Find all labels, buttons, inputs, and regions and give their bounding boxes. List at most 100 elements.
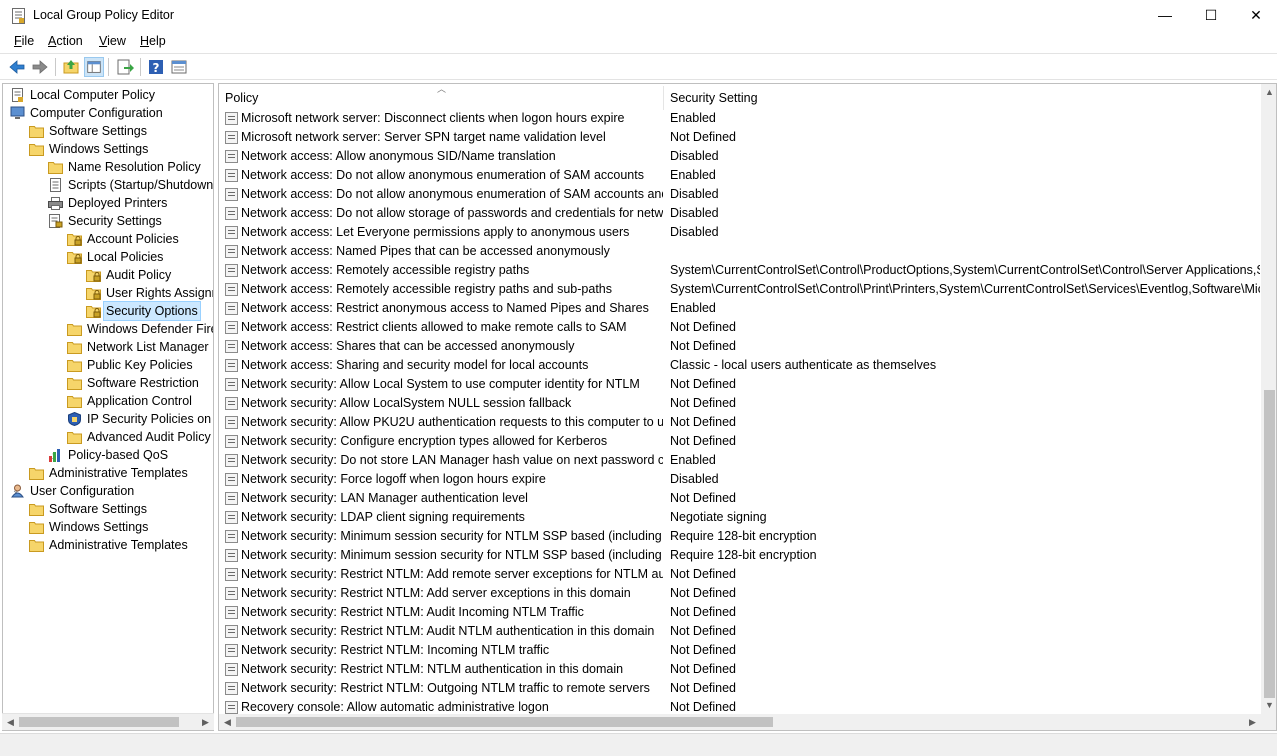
policy-row[interactable]: Network security: Configure encryption t… bbox=[219, 432, 1261, 451]
tree-item[interactable]: ›Software Restriction bbox=[3, 374, 213, 392]
policy-row[interactable]: Network security: Do not store LAN Manag… bbox=[219, 451, 1261, 470]
policy-security-setting: Not Defined bbox=[670, 662, 737, 676]
column-policy[interactable]: Policy bbox=[219, 84, 663, 112]
tree-item[interactable]: ›Policy-based QoS bbox=[3, 446, 213, 464]
policy-row[interactable]: Network security: Allow PKU2U authentica… bbox=[219, 413, 1261, 432]
show-hide-tree-icon[interactable] bbox=[84, 57, 104, 77]
policy-row[interactable]: Network access: Named Pipes that can be … bbox=[219, 242, 1261, 261]
policy-row[interactable]: Network access: Sharing and security mod… bbox=[219, 356, 1261, 375]
tree-item[interactable]: ⌄Windows Settings bbox=[3, 140, 213, 158]
policy-security-setting: Not Defined bbox=[670, 567, 737, 581]
scroll-up-icon[interactable]: ▲ bbox=[1261, 84, 1276, 101]
policy-row[interactable]: Network security: Minimum session securi… bbox=[219, 527, 1261, 546]
tree-item[interactable]: Network List Manager bbox=[3, 338, 213, 356]
policy-security-setting: Not Defined bbox=[670, 377, 737, 391]
policy-setting-icon bbox=[225, 568, 238, 581]
list-horizontal-scrollbar[interactable]: ◀ ▶ bbox=[219, 714, 1261, 730]
menu-help[interactable]: Help bbox=[140, 34, 166, 48]
policy-security-setting: Enabled bbox=[670, 111, 716, 125]
policy-setting-icon bbox=[225, 340, 238, 353]
policy-row[interactable]: Network security: Restrict NTLM: Add rem… bbox=[219, 565, 1261, 584]
tree-item[interactable]: ›Administrative Templates bbox=[3, 536, 213, 554]
tree-item[interactable]: ›Deployed Printers bbox=[3, 194, 213, 212]
policy-row[interactable]: Network access: Let Everyone permissions… bbox=[219, 223, 1261, 242]
forward-arrow-icon[interactable] bbox=[30, 57, 50, 77]
tree-item[interactable]: Local Computer Policy bbox=[3, 86, 213, 104]
tree-item[interactable]: ›Windows Defender Firewall bbox=[3, 320, 213, 338]
tree-item[interactable]: ›Public Key Policies bbox=[3, 356, 213, 374]
help-icon[interactable]: ? bbox=[146, 57, 166, 77]
policy-row[interactable]: Network access: Do not allow storage of … bbox=[219, 204, 1261, 223]
minimize-button[interactable]: — bbox=[1142, 0, 1188, 32]
policy-name: Network security: Restrict NTLM: Incomin… bbox=[241, 643, 550, 657]
policy-setting-icon bbox=[225, 416, 238, 429]
policy-row[interactable]: Network security: Restrict NTLM: Add ser… bbox=[219, 584, 1261, 603]
policy-row[interactable]: Network security: Minimum session securi… bbox=[219, 546, 1261, 565]
column-security-setting[interactable]: Security Setting bbox=[664, 84, 1261, 112]
policy-row[interactable]: Network access: Do not allow anonymous e… bbox=[219, 166, 1261, 185]
policy-row[interactable]: Network security: LAN Manager authentica… bbox=[219, 489, 1261, 508]
tree-item[interactable]: ⌄Local Policies bbox=[3, 248, 213, 266]
back-arrow-icon[interactable] bbox=[7, 57, 27, 77]
menu-file[interactable]: File bbox=[14, 34, 34, 48]
policy-row[interactable]: Recovery console: Allow automatic admini… bbox=[219, 698, 1261, 714]
tree-scroll-thumb[interactable] bbox=[19, 717, 179, 727]
policy-list[interactable]: Microsoft network server: Disconnect cli… bbox=[219, 109, 1261, 714]
tree-item[interactable]: ›Name Resolution Policy bbox=[3, 158, 213, 176]
policy-row[interactable]: Network security: Restrict NTLM: NTLM au… bbox=[219, 660, 1261, 679]
tree-item[interactable]: ›Software Settings bbox=[3, 500, 213, 518]
console-tree[interactable]: Local Computer Policy ⌄Computer Configura… bbox=[2, 83, 214, 731]
policy-row[interactable]: Network security: Restrict NTLM: Audit I… bbox=[219, 603, 1261, 622]
tree-item[interactable]: ›Advanced Audit Policy bbox=[3, 428, 213, 446]
policy-row[interactable]: Network access: Remotely accessible regi… bbox=[219, 261, 1261, 280]
policy-row[interactable]: Network security: LDAP client signing re… bbox=[219, 508, 1261, 527]
scroll-right-icon[interactable]: ▶ bbox=[1244, 714, 1261, 730]
properties-view-icon[interactable] bbox=[169, 57, 189, 77]
policy-row[interactable]: Network access: Remotely accessible regi… bbox=[219, 280, 1261, 299]
tree-item[interactable]: ›Software Settings bbox=[3, 122, 213, 140]
policy-row[interactable]: Microsoft network server: Server SPN tar… bbox=[219, 128, 1261, 147]
menu-view[interactable]: View bbox=[99, 34, 126, 48]
tree-item[interactable]: Security Options bbox=[3, 301, 213, 321]
maximize-button[interactable]: ☐ bbox=[1188, 0, 1234, 32]
tree-item[interactable]: Audit Policy bbox=[3, 266, 213, 284]
policy-name: Network security: Configure encryption t… bbox=[241, 434, 608, 448]
policy-row[interactable]: Network security: Restrict NTLM: Outgoin… bbox=[219, 679, 1261, 698]
policy-name: Network access: Restrict anonymous acces… bbox=[241, 301, 649, 315]
tree-item[interactable]: ⌄Security Settings bbox=[3, 212, 213, 230]
menu-action[interactable]: Action bbox=[48, 34, 83, 48]
policy-row[interactable]: Network access: Shares that can be acces… bbox=[219, 337, 1261, 356]
policy-row[interactable]: Network security: Allow LocalSystem NULL… bbox=[219, 394, 1261, 413]
export-list-icon[interactable] bbox=[115, 57, 135, 77]
tree-item[interactable]: ⌄User Configuration bbox=[3, 482, 213, 500]
policy-row[interactable]: Network access: Allow anonymous SID/Name… bbox=[219, 147, 1261, 166]
scroll-right-icon[interactable]: ▶ bbox=[197, 714, 214, 731]
list-hscroll-thumb[interactable] bbox=[236, 717, 773, 727]
policy-row[interactable]: Microsoft network server: Disconnect cli… bbox=[219, 109, 1261, 128]
list-vertical-scrollbar[interactable]: ▲ ▼ bbox=[1261, 84, 1276, 714]
tree-item[interactable]: User Rights Assignment bbox=[3, 284, 213, 302]
policy-row[interactable]: Network access: Do not allow anonymous e… bbox=[219, 185, 1261, 204]
tree-item[interactable]: ›Windows Settings bbox=[3, 518, 213, 536]
policy-row[interactable]: Network security: Force logoff when logo… bbox=[219, 470, 1261, 489]
tree-item[interactable]: Scripts (Startup/Shutdown) bbox=[3, 176, 213, 194]
close-button[interactable]: ✕ bbox=[1233, 0, 1277, 32]
tree-item[interactable]: ›IP Security Policies on bbox=[3, 410, 213, 428]
policy-row[interactable]: Network security: Restrict NTLM: Incomin… bbox=[219, 641, 1261, 660]
policy-row[interactable]: Network access: Restrict clients allowed… bbox=[219, 318, 1261, 337]
tree-item[interactable]: ›Application Control bbox=[3, 392, 213, 410]
list-scroll-thumb[interactable] bbox=[1264, 390, 1275, 698]
tree-item[interactable]: ›Account Policies bbox=[3, 230, 213, 248]
up-folder-icon[interactable] bbox=[61, 57, 81, 77]
policy-row[interactable]: Network access: Restrict anonymous acces… bbox=[219, 299, 1261, 318]
policy-row[interactable]: Network security: Allow Local System to … bbox=[219, 375, 1261, 394]
tree-item[interactable]: ›Administrative Templates bbox=[3, 464, 213, 482]
qos-chart-icon bbox=[48, 448, 63, 462]
scroll-left-icon[interactable]: ◀ bbox=[2, 714, 19, 731]
policy-row[interactable]: Network security: Restrict NTLM: Audit N… bbox=[219, 622, 1261, 641]
scroll-down-icon[interactable]: ▼ bbox=[1261, 697, 1276, 714]
policy-name: Network security: Do not store LAN Manag… bbox=[241, 453, 663, 467]
tree-item[interactable]: ⌄Computer Configuration bbox=[3, 104, 213, 122]
scroll-left-icon[interactable]: ◀ bbox=[219, 714, 236, 730]
tree-horizontal-scrollbar[interactable]: ◀ ▶ bbox=[2, 713, 214, 730]
